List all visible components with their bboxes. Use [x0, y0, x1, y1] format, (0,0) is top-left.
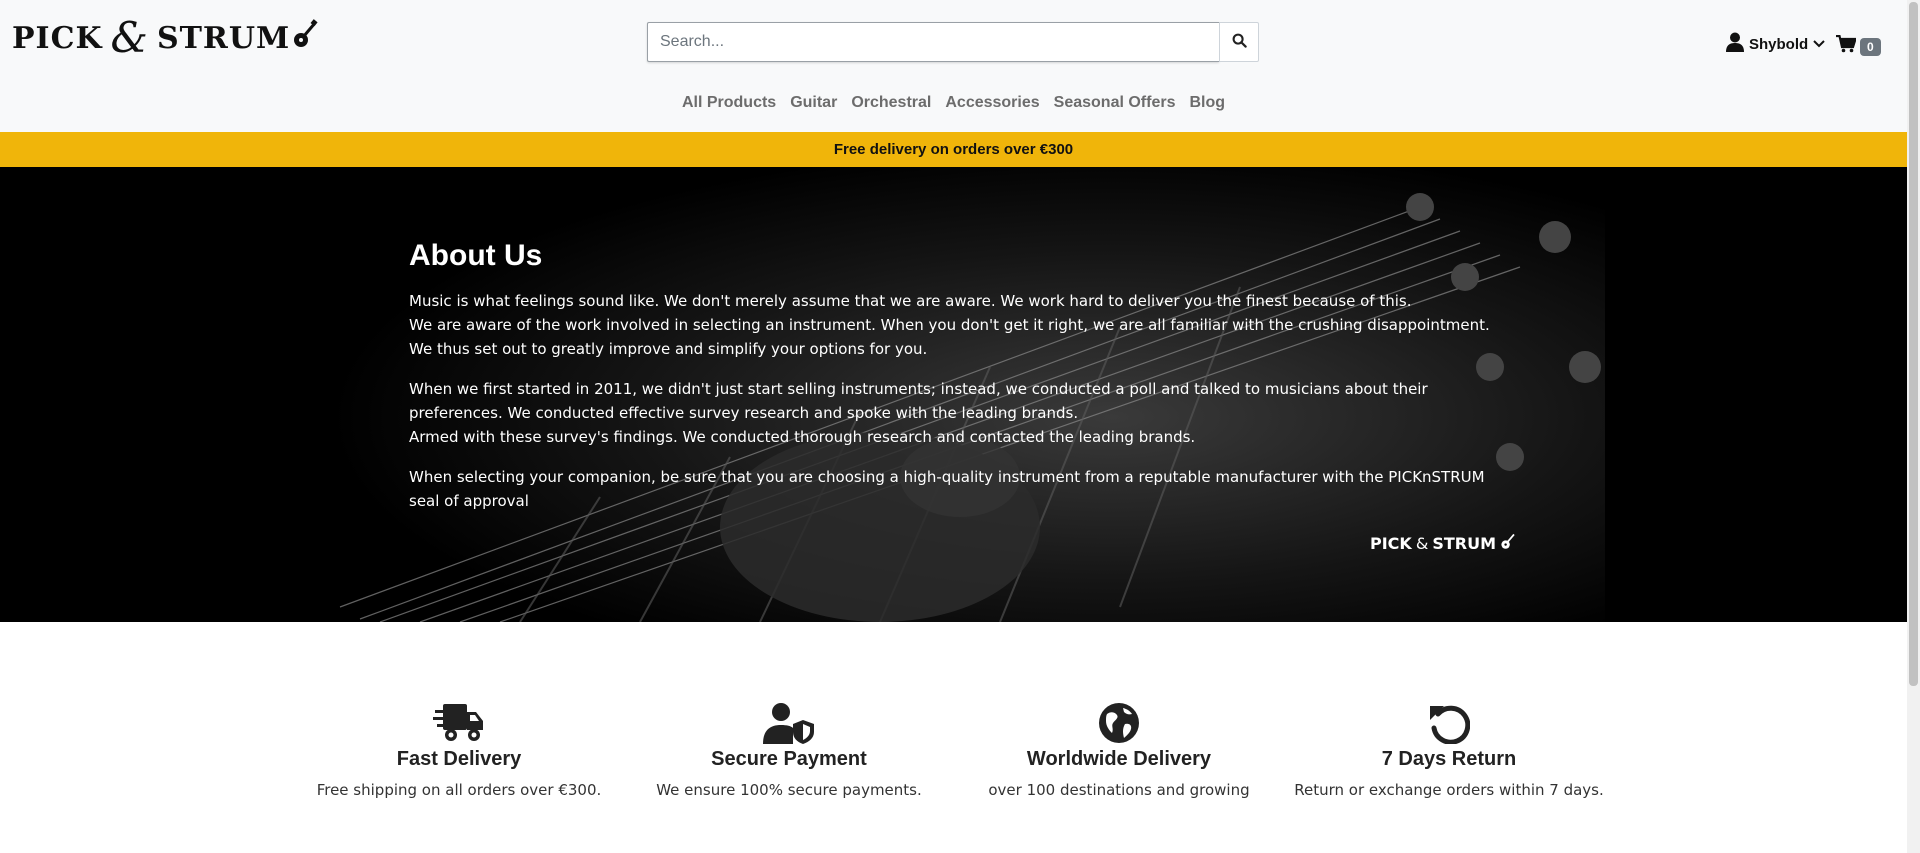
feature-text: Free shipping on all orders over €300.	[316, 781, 602, 799]
about-hero: About Us Music is what feelings sound li…	[0, 167, 1907, 622]
about-paragraph-3: When selecting your companion, be sure t…	[409, 468, 1485, 510]
site-header: PICK & STRUM Search... Shybold 0 All Pro…	[0, 0, 1907, 132]
nav-item-accessories[interactable]: Accessories	[939, 92, 1045, 114]
account-menu[interactable]: Shybold	[1726, 32, 1825, 56]
promo-banner-text: Free delivery on orders over €300	[833, 141, 1074, 158]
logo-text-pick: PICK	[12, 20, 103, 56]
logo-text-strum: STRUM	[156, 20, 291, 56]
cart-button[interactable]: 0	[1836, 34, 1881, 58]
scrollbar-thumb[interactable]	[1909, 2, 1918, 686]
site-logo[interactable]: PICK & STRUM	[12, 14, 318, 62]
search-input[interactable]	[647, 22, 1219, 62]
features-section: Fast Delivery Free shipping on all order…	[0, 622, 1907, 853]
feature-title: Worldwide Delivery	[1026, 748, 1212, 770]
search-bar	[647, 22, 1259, 62]
feature-secure-payment: Secure Payment We ensure 100% secure pay…	[624, 700, 954, 799]
about-paragraph-2: When we first started in 2011, we didn't…	[409, 377, 1499, 449]
logo-ampersand: &	[110, 13, 149, 62]
about-p1-line-1: Music is what feelings sound like. We do…	[409, 292, 1412, 310]
user-icon	[1726, 32, 1744, 56]
promo-banner: Free delivery on orders over €300	[0, 132, 1907, 167]
about-p2-line-2: Armed with these survey's findings. We c…	[409, 428, 1196, 446]
feature-worldwide-delivery: Worldwide Delivery over 100 destinations…	[954, 700, 1284, 799]
nav-item-orchestral[interactable]: Orchestral	[845, 92, 937, 114]
search-button[interactable]	[1219, 22, 1259, 62]
about-p2-line-1: When we first started in 2011, we didn't…	[409, 380, 1428, 422]
main-nav: All Products Guitar Orchestral Accessori…	[0, 92, 1907, 114]
nav-item-guitar[interactable]: Guitar	[784, 92, 843, 114]
feature-7-days-return: 7 Days Return Return or exchange orders …	[1284, 700, 1614, 799]
hero-logo-pick: PICK	[1370, 533, 1412, 553]
about-title: About Us	[409, 239, 543, 272]
hero-logo-strum: STRUM	[1432, 533, 1496, 553]
hero-logo-amp: &	[1415, 533, 1429, 553]
feature-title: Fast Delivery	[396, 748, 522, 770]
guitar-icon	[292, 19, 318, 57]
about-content: About Us Music is what feelings sound li…	[409, 239, 1499, 529]
nav-item-blog[interactable]: Blog	[1183, 92, 1231, 114]
user-shield-icon	[624, 700, 954, 744]
chevron-down-icon	[1813, 36, 1825, 53]
feature-text: Return or exchange orders within 7 days.	[1294, 781, 1604, 799]
about-p1-line-3: We thus set out to greatly improve and s…	[409, 340, 928, 358]
search-icon	[1232, 33, 1247, 51]
feature-text: We ensure 100% secure payments.	[656, 781, 922, 799]
cart-count-badge: 0	[1860, 37, 1881, 56]
hero-signature-logo: PICK & STRUM	[1370, 532, 1516, 554]
about-paragraph-1: Music is what feelings sound like. We do…	[409, 289, 1499, 361]
feature-fast-delivery: Fast Delivery Free shipping on all order…	[294, 700, 624, 799]
account-username: Shybold	[1749, 35, 1809, 53]
cart-icon	[1836, 34, 1857, 58]
guitar-icon	[1500, 532, 1516, 554]
about-p1-line-2: We are aware of the work involved in sel…	[409, 316, 1490, 334]
nav-item-seasonal-offers[interactable]: Seasonal Offers	[1048, 92, 1182, 114]
feature-text: over 100 destinations and growing	[988, 781, 1250, 799]
rotate-left-icon	[1284, 700, 1614, 744]
nav-item-all-products[interactable]: All Products	[676, 92, 782, 114]
feature-title: Secure Payment	[711, 748, 867, 770]
globe-icon	[954, 700, 1284, 744]
feature-title: 7 Days Return	[1381, 748, 1517, 770]
page-scrollbar[interactable]	[1907, 0, 1920, 853]
truck-fast-icon	[294, 700, 624, 744]
